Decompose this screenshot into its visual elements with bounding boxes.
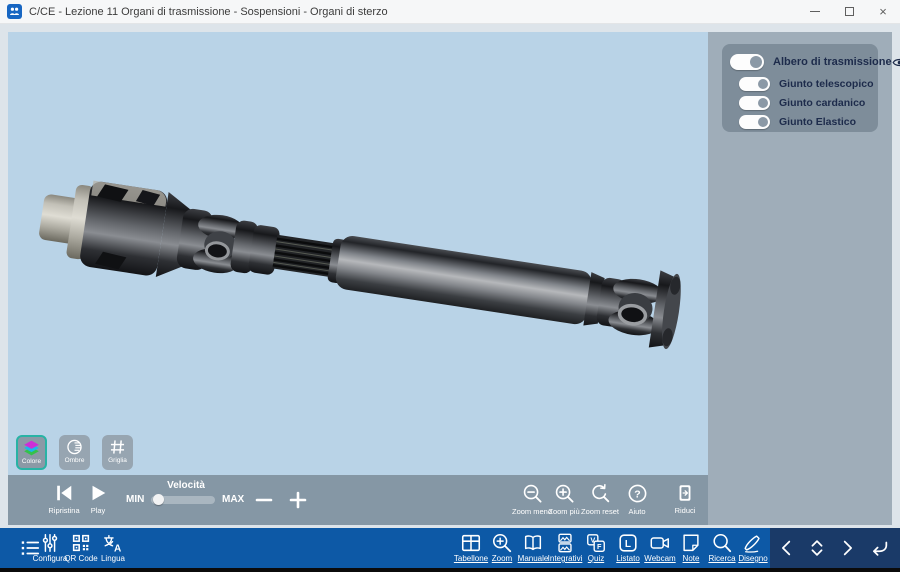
toggle-giunto-telescopico[interactable] [739,77,770,91]
pen-drawing-icon [742,532,764,554]
return-arrow-icon [868,537,890,559]
layer-row-giunto-telescopico: Giunto telescopico [730,74,870,93]
svg-text:?: ? [634,488,640,500]
min-label: MIN [126,494,144,505]
toggle-giunto-cardanico[interactable] [739,96,770,110]
speed-slider-knob[interactable] [153,494,164,505]
video-camera-icon [649,532,671,554]
reduce-button[interactable]: Riduci [665,483,705,515]
skip-to-start-icon [54,483,74,503]
lingua-label: Lingua [94,554,132,563]
colore-label: Colore [22,458,41,465]
help-button[interactable]: ? Aiuto [617,483,657,516]
zoom-reset-label: Zoom reset [578,507,622,516]
layer-row-giunto-cardanico: Giunto cardanico [730,93,870,112]
maximize-button[interactable] [832,0,866,23]
toggle-giunto-elastico[interactable] [739,115,770,129]
view-options: Colore Ombre [16,435,133,470]
layer-label: Giunto telescopico [779,78,874,90]
color-layers-icon [22,439,41,457]
3d-viewport[interactable]: Colore Ombre [8,32,708,475]
layers-sidebar: Albero di trasmissione Giunto telescopic… [708,32,892,525]
bottom-strip [0,568,900,572]
play-button[interactable]: Play [78,483,118,515]
nav-previous-button[interactable] [775,537,799,559]
reduce-exit-icon [675,483,695,503]
close-icon: × [879,5,887,18]
return-back-button[interactable] [866,537,892,559]
driveshaft-3d-model [8,32,708,475]
translate-icon: A [102,532,124,554]
layer-label: Giunto Elastico [779,116,856,128]
main-toolbar: Configura QR Code A Lingua [0,528,900,568]
toggle-knob [750,56,762,68]
max-label: MAX [222,494,244,505]
layer-label: Albero di trasmissione [773,56,892,68]
toggle-albero-di-trasmissione[interactable] [730,54,764,70]
colore-button[interactable]: Colore [16,435,47,470]
nav-scroll-button[interactable] [805,537,829,559]
listing-l-icon: L [617,532,639,554]
app-logo-icon [7,4,22,19]
play-label: Play [78,506,118,515]
ombre-label: Ombre [65,457,85,464]
window-title: C/CE - Lezione 11 Organi di trasmissione… [29,6,388,18]
speed-slider[interactable] [151,496,215,504]
play-icon [88,483,108,503]
maximize-icon [845,7,854,16]
board-icon [460,532,482,554]
zoom-reset-button[interactable]: Zoom reset [578,483,622,516]
window-controls: × [798,0,900,23]
griglia-button[interactable]: Griglia [102,435,133,470]
note-page-icon [680,532,702,554]
layer-row-giunto-elastico: Giunto Elastico [730,112,870,131]
toggle-knob [758,98,768,108]
images-stack-icon [554,532,576,554]
titlebar: C/CE - Lezione 11 Organi di trasmissione… [0,0,900,24]
svg-text:F: F [597,542,602,551]
zoom-out-icon [522,483,543,504]
search-icon [711,532,733,554]
minimize-icon [810,11,820,12]
reduce-label: Riduci [665,506,705,515]
app-window: C/CE - Lezione 11 Organi di trasmissione… [0,0,900,572]
lingua-button[interactable]: A Lingua [94,532,132,563]
layer-label: Giunto cardanico [779,97,865,109]
disegno-label: Disegno [733,554,773,563]
toggle-knob [758,117,768,127]
ombre-button[interactable]: Ombre [59,435,90,470]
minimize-button[interactable] [798,0,832,23]
minus-icon [255,491,273,509]
svg-text:L: L [625,539,631,550]
speed-title: Velocità [120,480,252,491]
grid-icon [108,438,127,456]
griglia-label: Griglia [108,457,127,464]
true-false-quiz-icon: V F [585,532,607,554]
speed-decrease-button[interactable] [251,487,277,513]
chevron-left-icon [776,537,798,559]
magnifier-plus-icon [491,532,513,554]
plus-icon [289,491,307,509]
help-label: Aiuto [617,507,657,516]
chevron-right-icon [836,537,858,559]
svg-text:A: A [114,543,122,554]
help-icon: ? [627,483,648,504]
layers-panel: Albero di trasmissione Giunto telescopic… [722,44,878,132]
layer-row-albero-di-trasmissione: Albero di trasmissione [730,51,870,73]
zoom-reset-icon [590,483,611,504]
qr-code-icon [70,532,92,554]
disegno-button[interactable]: Disegno [733,532,773,563]
close-button[interactable]: × [866,0,900,23]
playback-controlbar: Ripristina Play Velocità MIN MAX [8,475,708,525]
toggle-knob [758,79,768,89]
visibility-eye-icon[interactable] [892,57,900,68]
zoom-in-icon [554,483,575,504]
sliders-icon [39,532,61,554]
speed-increase-button[interactable] [285,487,311,513]
speed-slider-group: MIN MAX [120,493,252,507]
chevrons-up-down-icon [806,537,828,559]
nav-next-button[interactable] [835,537,859,559]
shading-sphere-icon [65,438,84,456]
